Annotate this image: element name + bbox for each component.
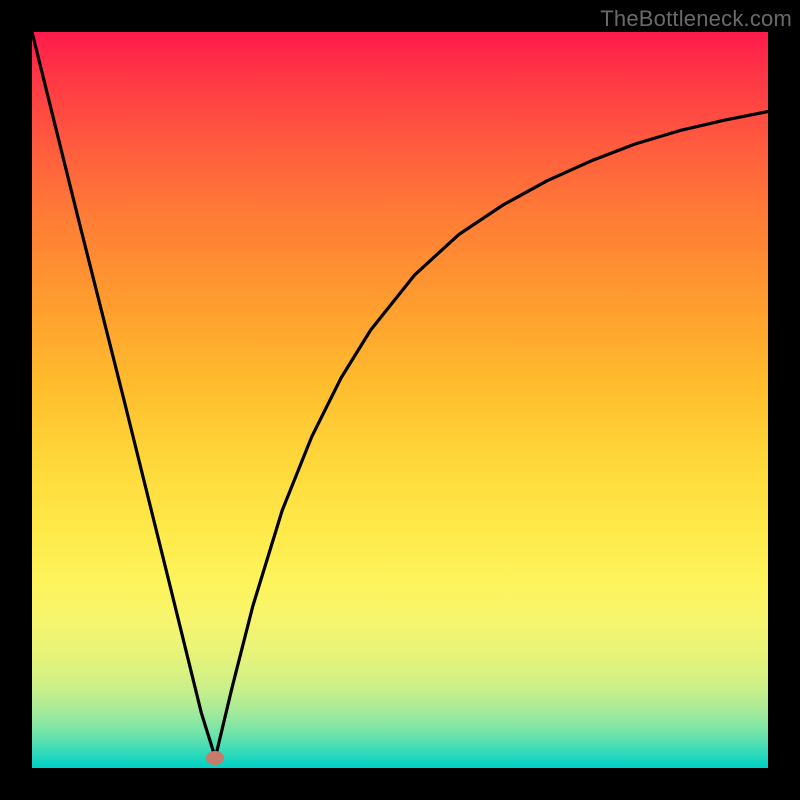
bottleneck-curve [32, 32, 768, 768]
chart-frame: TheBottleneck.com [0, 0, 800, 800]
plot-area [32, 32, 768, 768]
watermark-label: TheBottleneck.com [600, 6, 792, 32]
optimum-marker-icon [206, 751, 224, 765]
